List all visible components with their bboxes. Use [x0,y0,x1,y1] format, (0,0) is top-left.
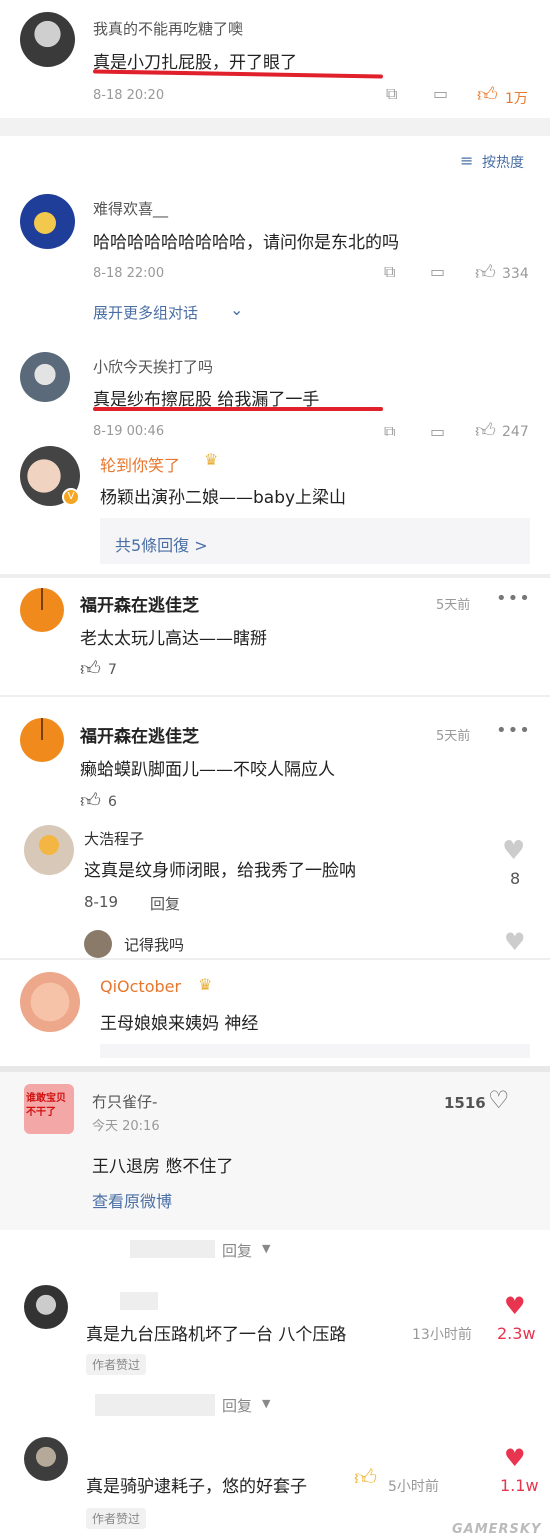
username[interactable]: 轮到你笑了 [100,452,180,476]
avatar[interactable]: 谁敢宝贝不干了 [24,1084,74,1134]
section-divider [0,958,550,960]
avatar[interactable] [84,930,112,958]
comment-text: 杨颖出演孙二娘——baby上梁山 [100,488,347,508]
thumb-up-icon[interactable]: 👍︎ [475,420,496,436]
author-liked-badge: 作者赞过 [86,1354,147,1375]
red-underline [93,407,383,411]
like-count: 8 [510,869,521,888]
watermark: GAMERSKY [452,1522,542,1537]
username[interactable]: QiOctober [100,977,181,996]
thumb-up-icon[interactable]: 👍︎ [80,658,101,678]
thumb-up-icon[interactable]: 👍︎ [80,790,101,810]
avatar[interactable] [24,1437,68,1481]
view-replies-link[interactable]: 共5條回復 > [115,532,208,556]
heart-outline-icon[interactable]: ♡ [488,1088,510,1112]
section-divider [0,118,550,136]
username[interactable]: 记得我吗 [124,934,184,955]
username[interactable]: 难得欢喜__ [93,198,168,219]
like-count: 334 [502,266,529,282]
like-count: 6 [108,794,117,810]
avatar[interactable] [20,718,64,762]
like-count: 2.3w [497,1324,536,1343]
timestamp: 8-18 20:20 [93,88,165,103]
timestamp: 5天前 [436,729,471,744]
share-icon[interactable]: ⧉ [386,86,397,102]
timestamp: 13小时前 [412,1327,472,1343]
more-options-icon[interactable]: ••• [496,588,531,609]
comment-icon[interactable]: ▭ [430,424,445,436]
blurred-redaction [120,1292,158,1310]
heart-icon[interactable]: ♥ [504,930,526,950]
username[interactable]: 冇只雀仔- [92,1091,157,1112]
avatar[interactable] [20,588,64,632]
caret-down-icon[interactable]: ▼ [262,1243,270,1254]
comment-text: 这真是纹身师闭眼，给我秀了一脸呐 [84,861,356,881]
blurred-redaction [95,1394,215,1416]
like-count: 247 [502,424,529,437]
thumbs-up-emoji-icon: 👍︎ [354,1466,377,1491]
timestamp: 8-19 00:46 [93,424,165,437]
timestamp: 8-19 [84,893,119,911]
comment-text: 老太太玩儿高达——瞎掰 [80,629,267,649]
section-divider [0,574,550,578]
reply-toggle[interactable]: 回复 [222,1240,252,1261]
thumb-up-icon[interactable]: 👍︎ [477,84,498,104]
section-divider [0,695,550,697]
heart-filled-icon[interactable]: ♥ [504,1444,526,1472]
timestamp: 5小时前 [388,1479,439,1495]
thumb-up-icon[interactable]: 👍︎ [475,262,496,282]
expand-more-link[interactable]: 展开更多组对话 [93,302,198,323]
heart-filled-icon[interactable]: ♥ [504,1292,526,1320]
comment-icon[interactable]: ▭ [433,86,448,102]
username[interactable]: 小欣今天挨打了吗 [93,356,213,377]
username[interactable]: 我真的不能再吃糖了噢 [93,18,243,39]
comment-icon[interactable]: ▭ [430,264,445,280]
avatar[interactable] [20,12,75,67]
avatar[interactable] [24,825,74,875]
heart-icon[interactable]: ♥ [502,838,525,864]
timestamp: 8-18 22:00 [93,266,165,281]
avatar[interactable] [20,352,70,402]
username[interactable]: 福开森在逃佳芝 [80,591,199,616]
chevron-down-icon[interactable]: ⌄ [230,302,243,318]
verified-badge-icon: V [62,488,80,506]
like-count: 1516 [444,1094,486,1112]
sort-icon[interactable]: ≡ [460,153,473,169]
like-count: 1.1w [500,1476,539,1495]
timestamp: 今天 20:16 [92,1119,160,1134]
share-icon[interactable]: ⧉ [384,264,395,280]
crown-badge-icon: ♛ [198,975,213,994]
avatar[interactable] [20,972,80,1032]
sort-by-heat[interactable]: 按热度 [482,152,524,172]
replies-box[interactable] [100,1044,530,1058]
avatar[interactable] [24,1285,68,1329]
username[interactable]: 大浩程子 [84,828,144,849]
comment-text: 王八退房 憋不住了 [92,1157,234,1177]
more-options-icon[interactable]: ••• [496,720,531,741]
comment-text: 真是九台压路机坏了一台 八个压路 [86,1325,347,1345]
like-count: 1万 [505,91,528,107]
caret-down-icon[interactable]: ▼ [262,1398,270,1409]
share-icon[interactable]: ⧉ [384,424,395,436]
author-liked-badge: 作者赞过 [86,1508,147,1529]
comment-text: 真是骑驴逮耗子，悠的好套子 [86,1477,307,1497]
view-original-weibo-link[interactable]: 查看原微博 [92,1188,172,1212]
comment-text: 癞蛤蟆趴脚面儿——不咬人隔应人 [80,760,335,780]
avatar[interactable] [20,194,75,249]
reply-button[interactable]: 回复 [150,893,180,914]
blurred-redaction [130,1240,215,1258]
avatar-text: 谁敢宝贝不干了 [26,1093,66,1118]
username[interactable]: 福开森在逃佳芝 [80,722,199,747]
like-count: 7 [108,662,117,678]
timestamp: 5天前 [436,598,471,613]
comment-text: 哈哈哈哈哈哈哈哈哈，请问你是东北的吗 [93,233,399,253]
comment-text: 王母娘娘来姨妈 神经 [100,1014,259,1034]
reply-toggle[interactable]: 回复 [222,1395,252,1416]
crown-badge-icon: ♛ [204,450,219,469]
